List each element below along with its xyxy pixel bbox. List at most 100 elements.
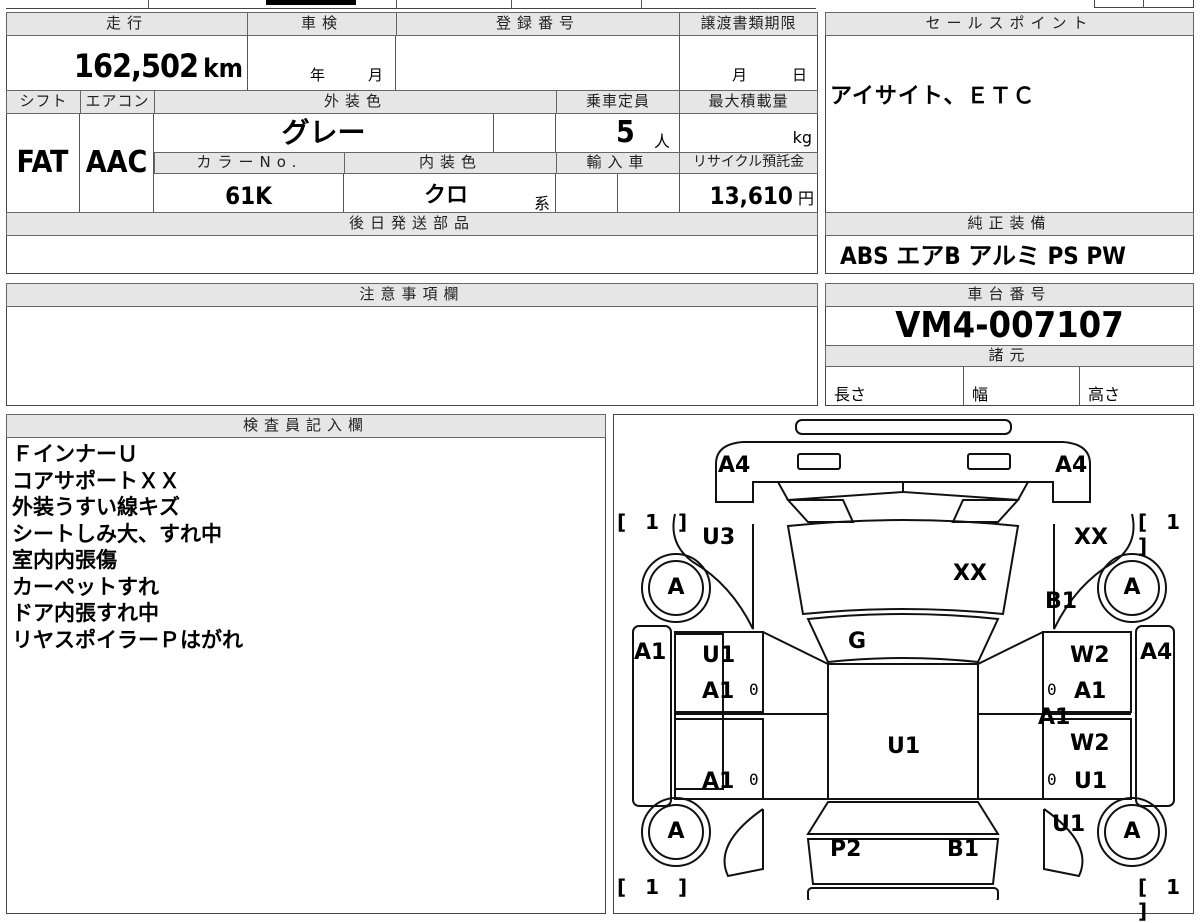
caution-header: 注意事項欄 bbox=[6, 283, 818, 307]
spare-mark-rear-right: [ 1 ] bbox=[1138, 875, 1187, 923]
inspector-notes: ＦインナーＵ コアサポートＸＸ 外装うすい線キズ シートしみ大、すれ中 室内内張… bbox=[12, 441, 243, 653]
recycle-unit: 円 bbox=[797, 189, 814, 208]
damage-a1-left-side: A1 bbox=[634, 640, 667, 665]
inspector-note: カーペットすれ bbox=[12, 574, 159, 599]
capacity-header: 乗車定員 bbox=[556, 90, 680, 114]
recycle-header: リサイクル預託金 bbox=[679, 152, 818, 174]
spare-mark-front-left: [ 1 ] bbox=[617, 510, 694, 534]
mileage-unit: km bbox=[203, 54, 243, 84]
color-no-header: カラーNo. bbox=[154, 152, 345, 174]
exterior-color-extra bbox=[494, 114, 556, 152]
import-header: 輸入車 bbox=[556, 152, 680, 174]
tire-rear-left: A bbox=[641, 797, 711, 867]
spare-mark-front-right: [ 1 ] bbox=[1138, 510, 1187, 558]
damage-a1-front-right: A1 bbox=[1074, 679, 1107, 704]
depth-mark-front-right: 0 bbox=[1047, 680, 1057, 699]
inspector-note: シートしみ大、すれ中 bbox=[12, 521, 222, 546]
sales-point-header: セールスポイント bbox=[825, 12, 1194, 36]
damage-a4-front-left: A4 bbox=[718, 453, 751, 478]
mileage-header: 走行 bbox=[6, 12, 248, 36]
spec-height: 高さ bbox=[1080, 367, 1194, 405]
capacity-value: 5 人 bbox=[556, 114, 680, 152]
damage-a4-front-right: A4 bbox=[1055, 453, 1088, 478]
depth-mark-rear-right: 0 bbox=[1047, 770, 1057, 789]
damage-u3: U3 bbox=[702, 525, 736, 550]
inspector-note: ドア内張すれ中 bbox=[12, 601, 159, 625]
spec-height-label: 高さ bbox=[1088, 385, 1121, 404]
damage-g: G bbox=[848, 629, 867, 654]
inspection-month-label: 月 bbox=[368, 66, 384, 84]
inspector-note: コアサポートＸＸ bbox=[12, 468, 180, 493]
transfer-deadline-header: 譲渡書類期限 bbox=[679, 12, 818, 36]
tire-front-left: A bbox=[641, 553, 711, 623]
specs-header: 諸元 bbox=[825, 345, 1194, 367]
inspection-header: 車検 bbox=[247, 12, 397, 36]
inspector-note: リヤスポイラーＰはがれ bbox=[12, 627, 243, 652]
mileage-number: 162,502 bbox=[73, 47, 199, 85]
damage-a1-rear-left: A1 bbox=[702, 769, 735, 794]
exterior-color-header: 外装色 bbox=[154, 90, 557, 114]
recycle-value: 13,610 円 bbox=[680, 174, 818, 212]
damage-a1-front-left: A1 bbox=[702, 679, 735, 704]
spec-width: 幅 bbox=[964, 367, 1080, 405]
damage-b1-rear: B1 bbox=[947, 837, 980, 862]
damage-w2-rear-right: W2 bbox=[1070, 731, 1110, 756]
aircon-value: AAC bbox=[80, 114, 154, 212]
sales-point-text: アイサイト、ＥＴＣ bbox=[830, 84, 1036, 109]
aircon-header: エアコン bbox=[80, 90, 155, 114]
spec-width-label: 幅 bbox=[972, 385, 989, 404]
genuine-equipment-header: 純正装備 bbox=[825, 212, 1194, 236]
later-parts-value bbox=[6, 236, 818, 274]
damage-u1-rear: U1 bbox=[1052, 812, 1086, 837]
damage-b1-front: B1 bbox=[1045, 589, 1078, 614]
damage-xx-right: XX bbox=[1074, 525, 1108, 550]
damage-a1-pillar: A1 bbox=[1038, 705, 1071, 730]
damage-xx-hood: XX bbox=[953, 561, 987, 586]
chassis-number-header: 車台番号 bbox=[825, 283, 1194, 307]
depth-mark-front-left: 0 bbox=[749, 680, 759, 699]
damage-p2: P2 bbox=[830, 837, 862, 862]
inspector-header: 検査員記入欄 bbox=[6, 414, 606, 438]
exterior-color-value: グレー bbox=[154, 114, 494, 152]
shift-value: FAT bbox=[6, 114, 80, 212]
later-parts-header: 後日発送部品 bbox=[6, 212, 818, 236]
inspector-note: 外装うすい線キズ bbox=[12, 495, 180, 519]
depth-mark-rear-left: 0 bbox=[749, 770, 759, 789]
tire-rear-right: A bbox=[1097, 797, 1167, 867]
spare-mark-rear-left: [ 1 ] bbox=[617, 875, 694, 899]
chassis-number-value: VM4-007107 bbox=[895, 305, 1124, 346]
spec-length: 長さ bbox=[826, 367, 964, 405]
shift-header: シフト bbox=[6, 90, 81, 114]
transfer-deadline-value: 月 日 bbox=[680, 36, 818, 90]
interior-color-value: クロ 系 bbox=[344, 174, 556, 213]
interior-color-header: 内装色 bbox=[344, 152, 557, 174]
damage-u1-front-left: U1 bbox=[702, 643, 736, 668]
import-value-2 bbox=[618, 174, 680, 212]
registration-header: 登録番号 bbox=[396, 12, 680, 36]
max-load-value: kg bbox=[680, 114, 818, 152]
inspection-value: 年 月 bbox=[248, 36, 396, 90]
inspection-year-label: 年 bbox=[310, 66, 326, 84]
registration-value bbox=[396, 36, 680, 90]
inspector-note: ＦインナーＵ bbox=[12, 442, 138, 466]
transfer-month-label: 月 bbox=[732, 66, 748, 84]
capacity-number: 5 bbox=[616, 115, 635, 150]
capacity-unit: 人 bbox=[654, 132, 671, 151]
spec-length-label: 長さ bbox=[834, 385, 867, 404]
tire-front-right: A bbox=[1097, 553, 1167, 623]
transfer-day-label: 日 bbox=[792, 66, 808, 84]
max-load-unit: kg bbox=[792, 128, 812, 147]
inspector-note: 室内内張傷 bbox=[12, 548, 117, 572]
mileage-value: 162,502 km bbox=[6, 36, 248, 90]
max-load-header: 最大積載量 bbox=[679, 90, 818, 114]
import-value-1 bbox=[556, 174, 618, 212]
top-cutoff-row-right bbox=[1094, 0, 1194, 8]
color-no-value: 61K bbox=[154, 174, 344, 212]
genuine-equipment-text: ABS エアB アルミ PS PW bbox=[840, 242, 1126, 270]
recycle-number: 13,610 bbox=[709, 182, 793, 210]
top-cutoff-row bbox=[6, 0, 816, 9]
damage-u1-roof: U1 bbox=[887, 734, 921, 759]
damage-w2-front-right: W2 bbox=[1070, 643, 1110, 668]
interior-color-suffix: 系 bbox=[534, 194, 551, 213]
damage-u1-rear-right: U1 bbox=[1074, 769, 1108, 794]
